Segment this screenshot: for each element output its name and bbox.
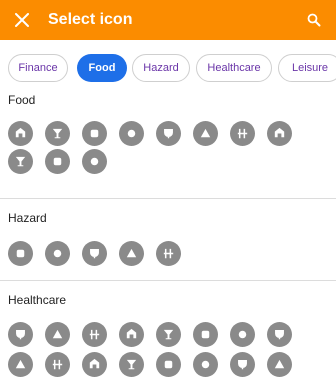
blood-donation-icon[interactable] bbox=[82, 322, 107, 347]
fast-food-icon[interactable] bbox=[8, 121, 33, 146]
divider bbox=[0, 198, 336, 199]
app-bar: Select icon bbox=[0, 0, 336, 40]
health-house-icon[interactable] bbox=[45, 352, 70, 377]
hospital-icon[interactable] bbox=[119, 322, 144, 347]
x-ray-icon[interactable] bbox=[267, 322, 292, 347]
category-chips: Finance Food Hazard Healthcare Leisure bbox=[0, 54, 336, 84]
section-title-healthcare: Healthcare bbox=[8, 293, 67, 307]
drink-icon[interactable] bbox=[193, 121, 218, 146]
pharmacy-icon[interactable] bbox=[193, 322, 218, 347]
page-title: Select icon bbox=[48, 11, 133, 28]
bbq-icon[interactable] bbox=[82, 121, 107, 146]
fire-hazard-icon[interactable] bbox=[45, 241, 70, 266]
chip-hazard[interactable]: Hazard bbox=[132, 54, 190, 82]
chip-finance[interactable]: Finance bbox=[8, 54, 68, 82]
close-button[interactable] bbox=[0, 0, 44, 40]
ice-cream-icon[interactable] bbox=[267, 121, 292, 146]
family-icon[interactable] bbox=[267, 352, 292, 377]
cutlery-icon[interactable] bbox=[45, 149, 70, 174]
section-title-food: Food bbox=[8, 93, 36, 107]
divider bbox=[0, 280, 336, 281]
radiation-hazard-icon[interactable] bbox=[119, 241, 144, 266]
physio-icon[interactable] bbox=[193, 352, 218, 377]
search-icon bbox=[307, 13, 321, 27]
flood-hazard-icon[interactable] bbox=[82, 241, 107, 266]
first-aid-kit-icon[interactable] bbox=[45, 322, 70, 347]
section-title-hazard: Hazard bbox=[8, 211, 47, 225]
search-button[interactable] bbox=[300, 6, 328, 34]
chemical-hazard-icon[interactable] bbox=[156, 241, 181, 266]
coffee-icon[interactable] bbox=[156, 121, 181, 146]
hazard-triangle-icon[interactable] bbox=[8, 241, 33, 266]
pill-icon[interactable] bbox=[230, 352, 255, 377]
nurse-icon[interactable] bbox=[156, 352, 181, 377]
heart-plus-icon[interactable] bbox=[156, 322, 181, 347]
medical-case-icon[interactable] bbox=[230, 322, 255, 347]
beer-icon[interactable] bbox=[119, 121, 144, 146]
chip-leisure[interactable]: Leisure bbox=[278, 54, 336, 82]
close-icon bbox=[15, 13, 29, 27]
clinic-icon[interactable] bbox=[8, 352, 33, 377]
hospital-building-icon[interactable] bbox=[82, 352, 107, 377]
ambulance-icon[interactable] bbox=[8, 322, 33, 347]
chip-healthcare[interactable]: Healthcare bbox=[196, 54, 272, 82]
cocktail-icon[interactable] bbox=[45, 121, 70, 146]
chip-food[interactable]: Food bbox=[77, 54, 127, 82]
market-stall-icon[interactable] bbox=[82, 149, 107, 174]
cup-icon[interactable] bbox=[8, 149, 33, 174]
restaurant-icon[interactable] bbox=[230, 121, 255, 146]
microscope-icon[interactable] bbox=[119, 352, 144, 377]
